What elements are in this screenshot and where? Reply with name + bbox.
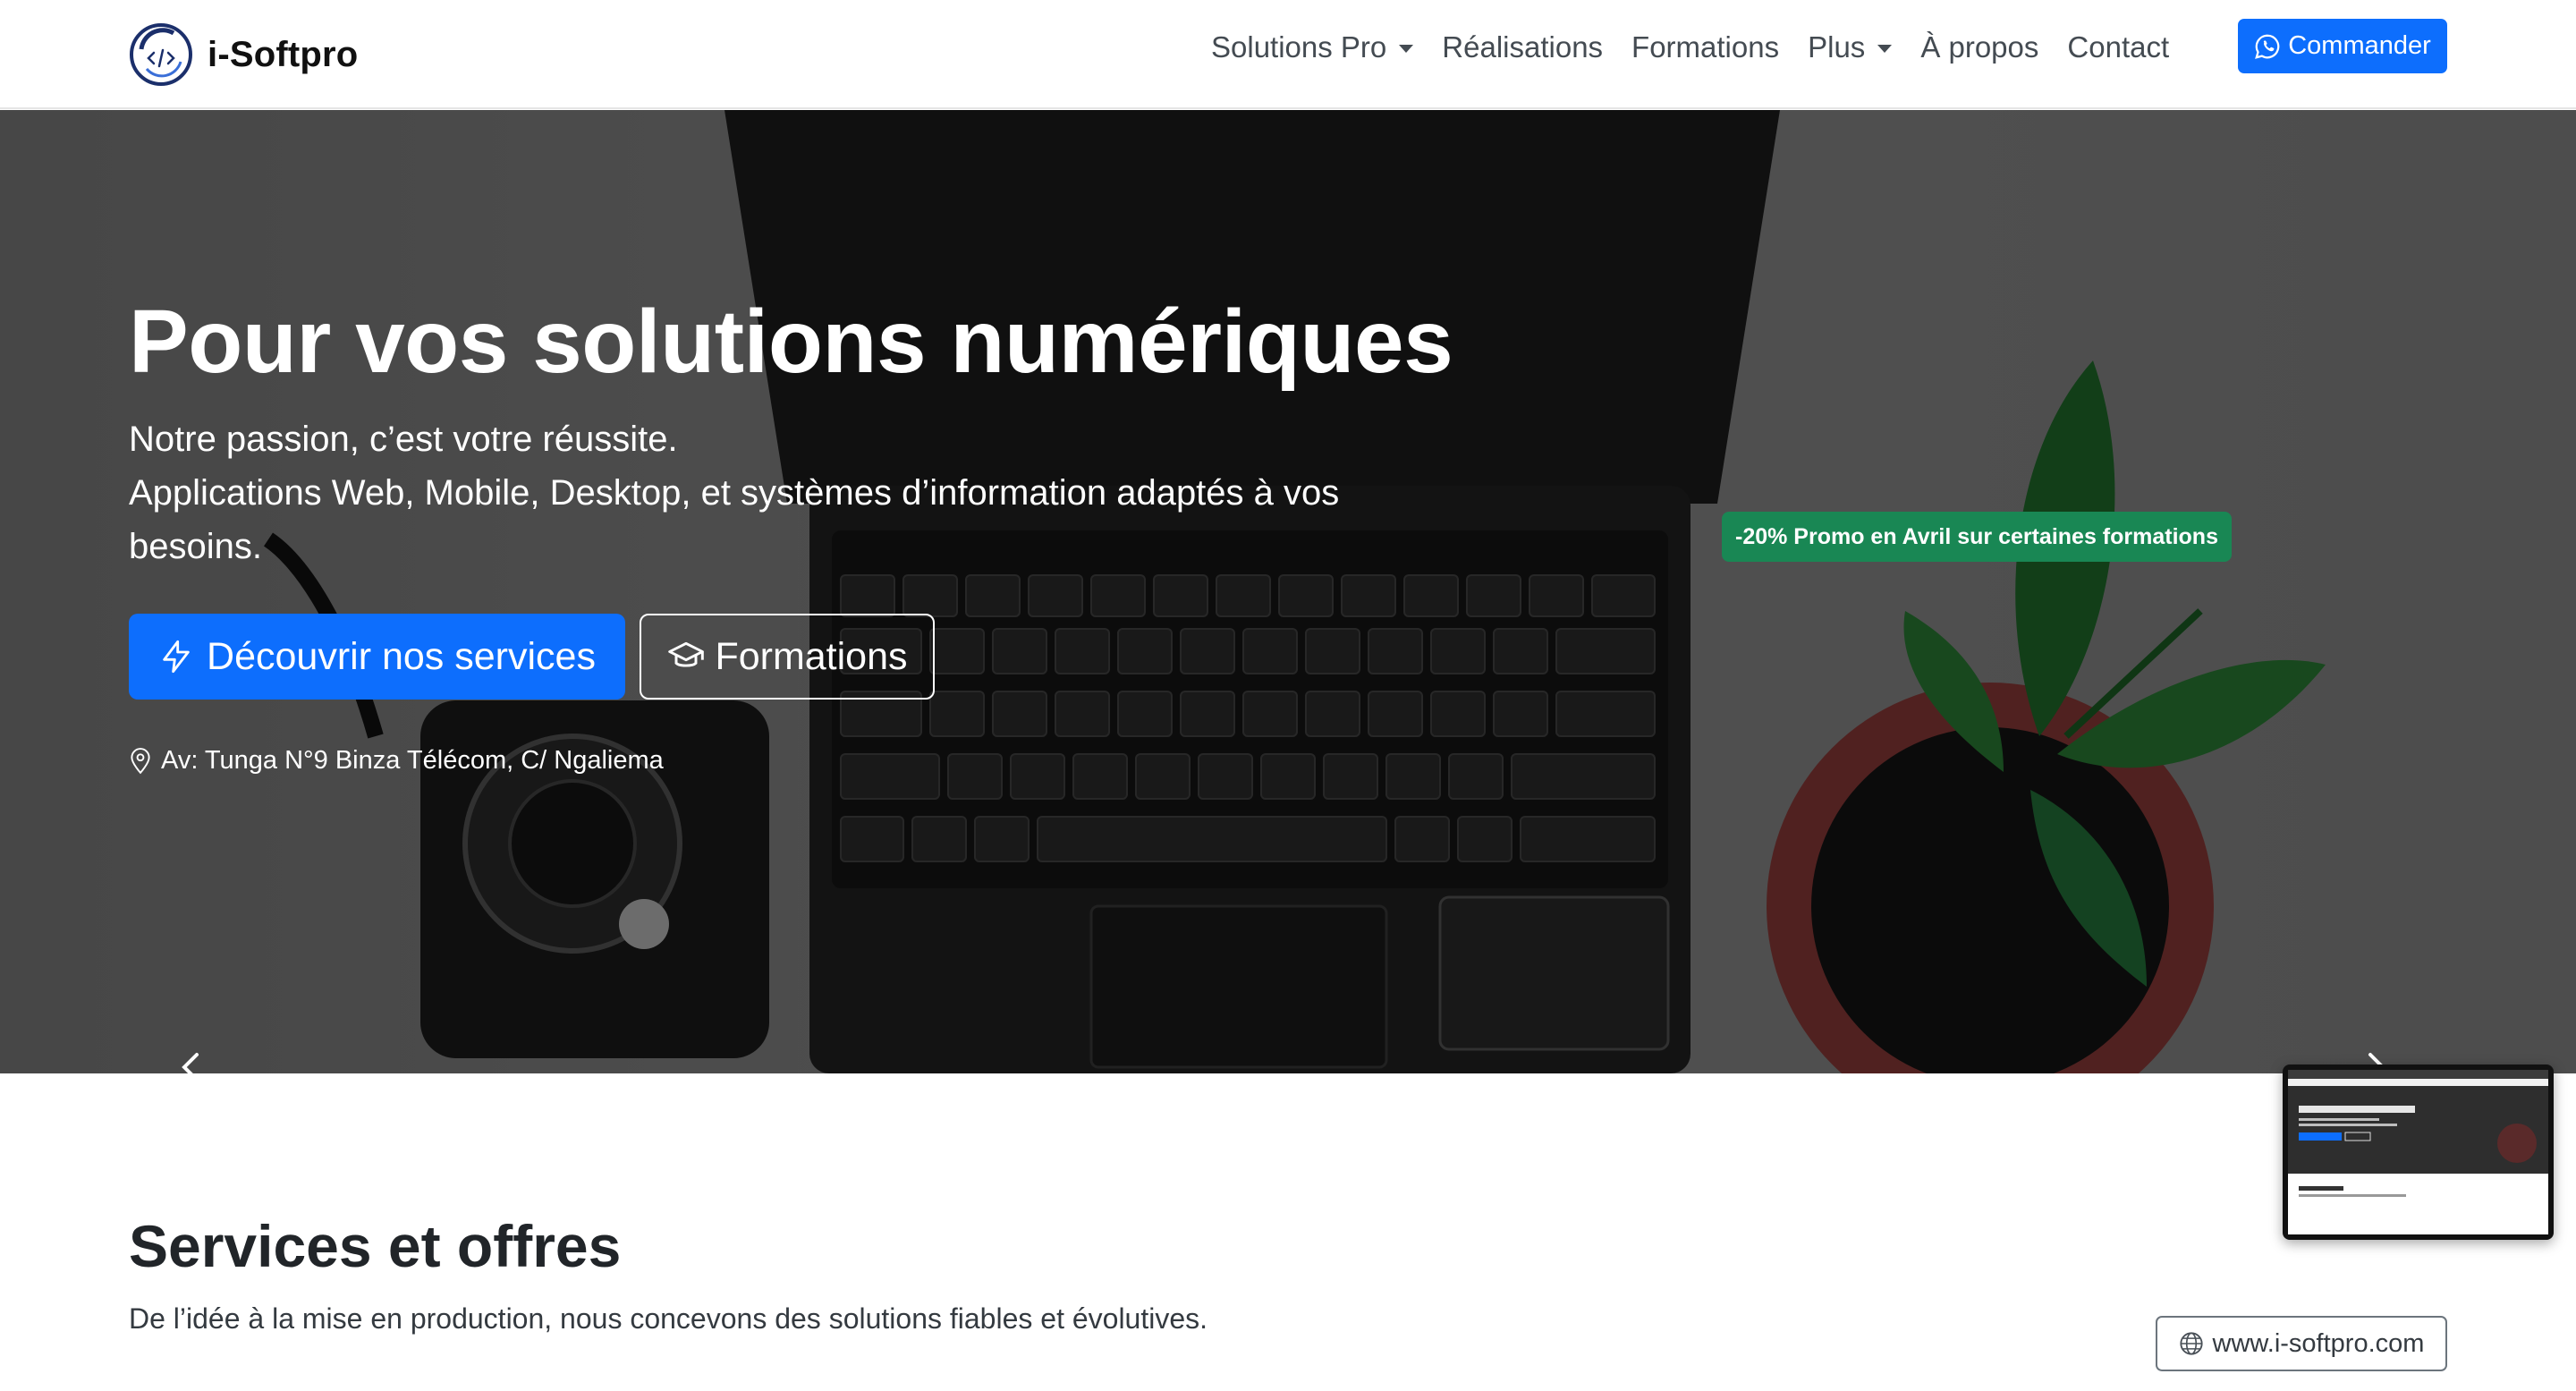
- website-url-label: www.i-softpro.com: [2212, 1328, 2425, 1358]
- nav-formations-label: Formations: [1631, 30, 1780, 64]
- services-description: De l’idée à la mise en production, nous …: [129, 1302, 1208, 1335]
- hero-subtitle: Notre passion, c’est votre réussite. App…: [129, 412, 1435, 573]
- formations-button[interactable]: Formations: [640, 614, 935, 700]
- globe-icon: [2179, 1332, 2203, 1355]
- nav-contact[interactable]: Contact: [2067, 30, 2169, 64]
- brand-link[interactable]: i-Softpro: [129, 21, 358, 88]
- nav-solutions-pro[interactable]: Solutions Pro: [1211, 30, 1414, 64]
- hero-subtitle-line2: Applications Web, Mobile, Desktop, et sy…: [129, 473, 1340, 566]
- nav-realisations[interactable]: Réalisations: [1442, 30, 1603, 64]
- map-pin-icon: [131, 747, 150, 774]
- nav-a-propos-label: À propos: [1920, 30, 2039, 64]
- carousel-prev-icon[interactable]: [170, 1049, 215, 1073]
- order-button[interactable]: Commander: [2238, 19, 2447, 73]
- screen-preview-image: [2288, 1070, 2548, 1234]
- discover-services-label: Découvrir nos services: [207, 634, 596, 678]
- graduation-cap-icon: [668, 641, 705, 667]
- main-nav: Solutions Pro Réalisations Formations Pl…: [1211, 30, 2198, 64]
- nav-plus[interactable]: Plus: [1808, 30, 1893, 64]
- nav-formations[interactable]: Formations: [1631, 30, 1779, 64]
- hero-overlay: [0, 110, 2576, 1073]
- nav-plus-label: Plus: [1808, 30, 1866, 64]
- hero-subtitle-line1: Notre passion, c’est votre réussite.: [129, 420, 678, 459]
- hero-address: Av: Tunga N°9 Binza Télécom, C/ Ngaliema: [129, 746, 664, 776]
- website-url-badge[interactable]: www.i-softpro.com: [2156, 1316, 2447, 1371]
- brand-name: i-Softpro: [208, 34, 359, 74]
- order-button-label: Commander: [2288, 31, 2431, 60]
- formations-button-label: Formations: [715, 634, 908, 678]
- brand-logo-icon: [130, 23, 192, 86]
- chevron-down-icon: [1877, 44, 1893, 53]
- hero-address-label: Av: Tunga N°9 Binza Télécom, C/ Ngaliema: [161, 746, 664, 775]
- hero-title: Pour vos solutions numériques: [129, 292, 1453, 392]
- services-title: Services et offres: [129, 1213, 622, 1279]
- discover-services-button[interactable]: Découvrir nos services: [129, 614, 625, 700]
- hero-section: Pour vos solutions numériques Notre pass…: [0, 110, 2576, 1073]
- nav-contact-label: Contact: [2067, 30, 2170, 64]
- nav-a-propos[interactable]: À propos: [1920, 30, 2038, 64]
- promo-badge: -20% Promo en Avril sur certaines format…: [1722, 512, 2232, 562]
- screen-preview-thumbnail[interactable]: [2283, 1064, 2554, 1240]
- chevron-down-icon: [1399, 44, 1414, 53]
- whatsapp-icon: [2255, 34, 2280, 59]
- nav-realisations-label: Réalisations: [1442, 30, 1604, 64]
- nav-solutions-pro-label: Solutions Pro: [1211, 30, 1387, 64]
- lightning-icon: [163, 640, 190, 674]
- navbar: i-Softpro Solutions Pro Réalisations For…: [0, 0, 2576, 109]
